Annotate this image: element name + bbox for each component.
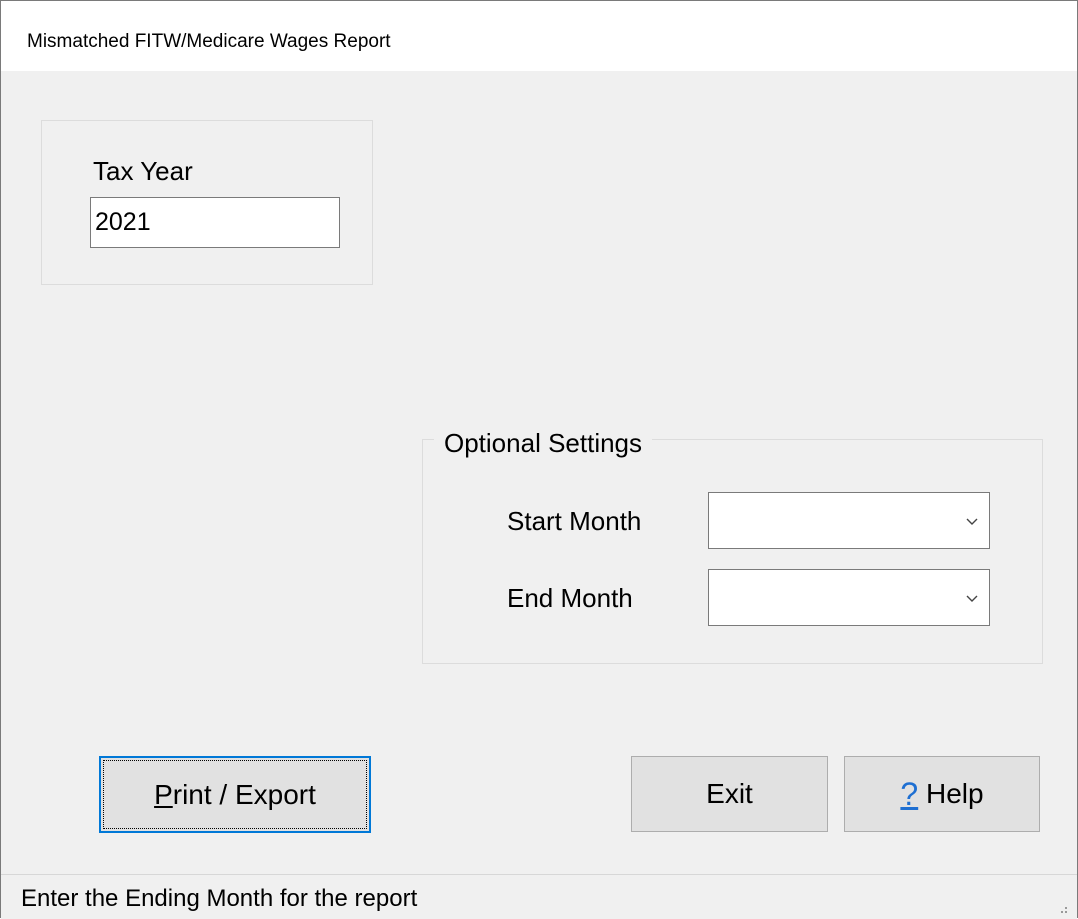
window-title: Mismatched FITW/Medicare Wages Report	[27, 31, 391, 52]
optional-settings-legend: Optional Settings	[434, 425, 653, 461]
title-bar[interactable]: Mismatched FITW/Medicare Wages Report	[1, 0, 1077, 71]
question-mark-icon: ?	[900, 775, 919, 812]
help-button[interactable]: ? Help	[844, 756, 1040, 832]
tax-year-input[interactable]: 2021	[90, 197, 340, 248]
end-month-label: End Month	[507, 583, 633, 613]
end-month-combobox[interactable]	[708, 569, 990, 626]
resize-grip-icon[interactable]	[1055, 901, 1069, 915]
status-bar: Enter the Ending Month for the report	[1, 874, 1077, 919]
status-text: Enter the Ending Month for the report	[21, 885, 418, 912]
print-export-button[interactable]: Print / Export	[99, 756, 371, 833]
chevron-down-icon[interactable]	[965, 516, 979, 526]
optional-settings-group	[422, 439, 1043, 664]
chevron-down-icon[interactable]	[965, 593, 979, 603]
start-month-label: Start Month	[507, 506, 642, 536]
report-window: Mismatched FITW/Medicare Wages Report Ta…	[0, 0, 1078, 919]
tax-year-label: Tax Year	[93, 156, 193, 186]
help-label: Help	[918, 778, 984, 809]
start-month-combobox[interactable]	[708, 492, 990, 549]
focus-rectangle	[103, 760, 367, 829]
exit-button[interactable]: Exit	[631, 756, 828, 832]
